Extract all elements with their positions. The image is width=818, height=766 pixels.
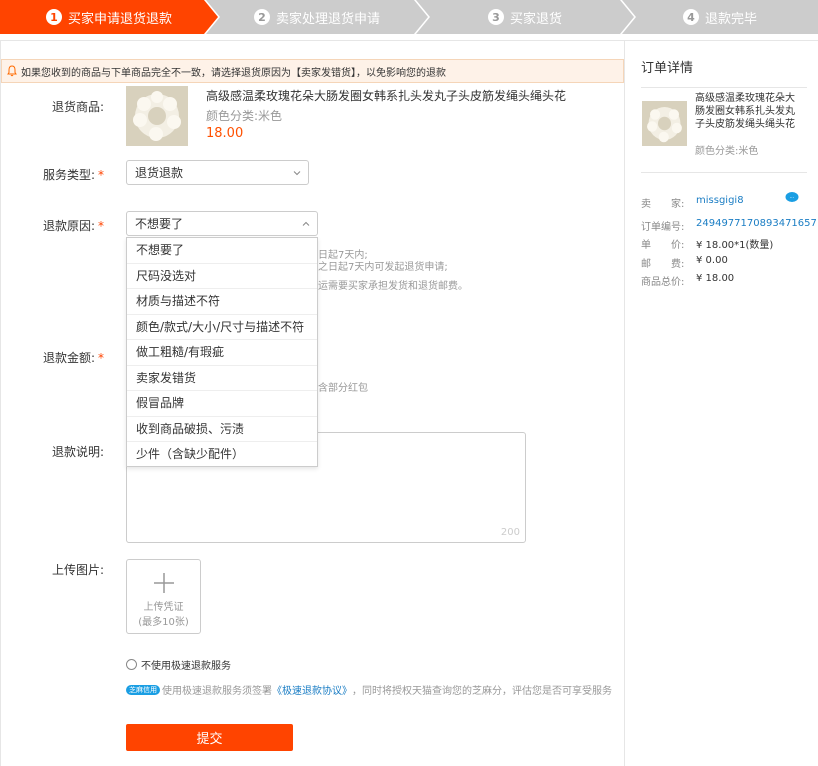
chat-icon[interactable]: ⋯	[785, 191, 799, 203]
order-detail-title: 订单详情	[641, 61, 694, 76]
refund-reason-label: 退款原因: *	[42, 219, 104, 233]
step-number: 4	[682, 9, 699, 25]
char-count: 200	[500, 527, 520, 538]
step-number: 2	[253, 9, 270, 25]
product-price: 18.00	[206, 126, 244, 141]
product-title[interactable]: 高级感温柔玫瑰花朵大肠发圈女韩系扎头发丸子头皮筋发绳头绳头花	[206, 87, 566, 104]
step-2: 2 卖家处理退货申请	[206, 0, 428, 34]
zhima-credit-badge: 芝麻信用	[126, 684, 160, 695]
refund-amount-label-text: 退款金额:	[42, 351, 95, 365]
divider	[641, 172, 807, 173]
hint-text: 运需要买家承担发货和退货邮费。	[318, 281, 468, 292]
dropdown-option[interactable]: 假冒品牌	[127, 391, 317, 417]
step-number: 3	[487, 9, 504, 25]
svg-text:⋯: ⋯	[790, 195, 795, 201]
upload-image-button[interactable]: 上传凭证 (最多10张)	[126, 559, 201, 634]
step-label: 买家退货	[509, 11, 562, 27]
chevron-down-icon	[293, 171, 301, 176]
service-type-label: 服务类型: *	[42, 168, 104, 182]
agreement-text: ，同时将授权天猫查询您的芝麻分，评估您是否可享受服务	[352, 686, 612, 697]
fast-refund-label: 不使用极速退款服务	[141, 661, 231, 672]
dropdown-option[interactable]: 收到商品破损、污渍	[127, 417, 317, 442]
refund-desc-label: 退款说明:	[51, 445, 104, 459]
product-label: 退货商品:	[51, 100, 104, 114]
agreement-text: 使用极速退款服务须签署	[162, 686, 272, 697]
service-type-value: 退货退款	[135, 166, 184, 180]
unit-price-value: ¥ 18.00*1(数量)	[696, 240, 774, 251]
seller-row: 卖 家: missgigi8	[641, 195, 744, 210]
dropdown-option[interactable]: 材质与描述不符	[127, 289, 317, 315]
scrunchie-image	[126, 86, 188, 146]
step-label: 卖家处理退货申请	[275, 11, 380, 27]
upload-text: 上传凭证	[143, 602, 184, 613]
total-key: 商品总价:	[641, 277, 685, 288]
order-product-title[interactable]: 高级感温柔玫瑰花朵大肠发圈女韩系扎头发丸子头皮筋发绳头绳头花	[695, 92, 803, 131]
step-label: 买家申请退货退款	[67, 11, 172, 27]
radio-button[interactable]	[126, 659, 137, 670]
order-product-sku: 颜色分类:米色	[695, 146, 759, 157]
product-sku: 颜色分类:米色	[206, 109, 283, 123]
dropdown-option[interactable]: 做工粗糙/有瑕疵	[127, 340, 317, 366]
step-4: 4 退款完毕	[622, 0, 818, 34]
divider	[641, 87, 807, 88]
order-no-row: 订单编号: 2494977170893471657	[641, 218, 817, 233]
notice-bar: 如果您收到的商品与下单商品完全不一致，请选择退货原因为【卖家发错货】，以免影响您…	[1, 59, 624, 83]
refund-amount-label: 退款金额: *	[42, 351, 104, 365]
dropdown-option[interactable]: 尺码没选对	[127, 264, 317, 289]
upload-label: 上传图片:	[51, 563, 104, 577]
plus-icon	[153, 573, 174, 593]
progress-steps: 1 买家申请退货退款 2 卖家处理退货申请 3 买家退货 4 退款完毕	[0, 0, 818, 34]
order-no-link[interactable]: 2494977170893471657	[696, 218, 817, 233]
divider	[0, 40, 818, 41]
amount-hint: 含部分红包	[318, 383, 368, 394]
dropdown-option[interactable]: 少件（含缺少配件）	[127, 442, 317, 468]
agreement-link[interactable]: 《极速退款协议》	[272, 682, 352, 697]
refund-reason-select[interactable]: 不想要了	[126, 211, 318, 236]
scrunchie-image	[642, 101, 687, 146]
submit-button[interactable]: 提交	[126, 724, 293, 751]
step-3: 3 买家退货	[416, 0, 634, 34]
total-row: 商品总价: ¥ 18.00	[641, 273, 734, 288]
unit-price-row: 单 价: ¥ 18.00*1(数量)	[641, 236, 773, 251]
divider	[624, 40, 625, 766]
step-1: 1 买家申请退货退款	[0, 0, 218, 34]
postage-value: ¥ 0.00	[696, 255, 728, 266]
divider	[0, 40, 1, 766]
refund-reason-label-text: 退款原因:	[42, 219, 95, 233]
postage-row: 邮 费: ¥ 0.00	[641, 255, 728, 270]
step-label: 退款完毕	[704, 11, 757, 27]
order-no-key: 订单编号:	[641, 222, 685, 233]
dropdown-option[interactable]: 不想要了	[127, 238, 317, 264]
bell-icon	[7, 65, 17, 77]
dropdown-option[interactable]: 卖家发错货	[127, 366, 317, 391]
step-number: 1	[45, 9, 62, 25]
total-value: ¥ 18.00	[696, 273, 735, 284]
hint-text: 之日起7天内可发起退货申请;	[318, 262, 448, 273]
order-product-image	[642, 101, 687, 146]
seller-link[interactable]: missgigi8	[696, 195, 744, 210]
refund-reason-value: 不想要了	[135, 217, 184, 231]
unit-price-key: 单 价:	[641, 240, 685, 251]
service-type-label-text: 服务类型:	[42, 168, 95, 182]
refund-reason-dropdown: 不想要了 尺码没选对 材质与描述不符 颜色/款式/大小/尺寸与描述不符 做工粗糙…	[126, 237, 318, 467]
dropdown-option[interactable]: 颜色/款式/大小/尺寸与描述不符	[127, 315, 317, 340]
upload-limit-text: (最多10张)	[138, 617, 189, 628]
seller-key: 卖 家:	[641, 199, 685, 210]
fast-refund-option[interactable]: 不使用极速退款服务	[126, 657, 231, 672]
chevron-up-icon	[302, 221, 310, 226]
service-type-select[interactable]: 退货退款	[126, 160, 309, 185]
product-image	[126, 86, 188, 146]
notice-text: 如果您收到的商品与下单商品完全不一致，请选择退货原因为【卖家发错货】，以免影响您…	[21, 67, 446, 79]
postage-key: 邮 费:	[641, 259, 685, 270]
agreement-row: 芝麻信用 使用极速退款服务须签署 《极速退款协议》 ，同时将授权天猫查询您的芝麻…	[126, 682, 612, 697]
